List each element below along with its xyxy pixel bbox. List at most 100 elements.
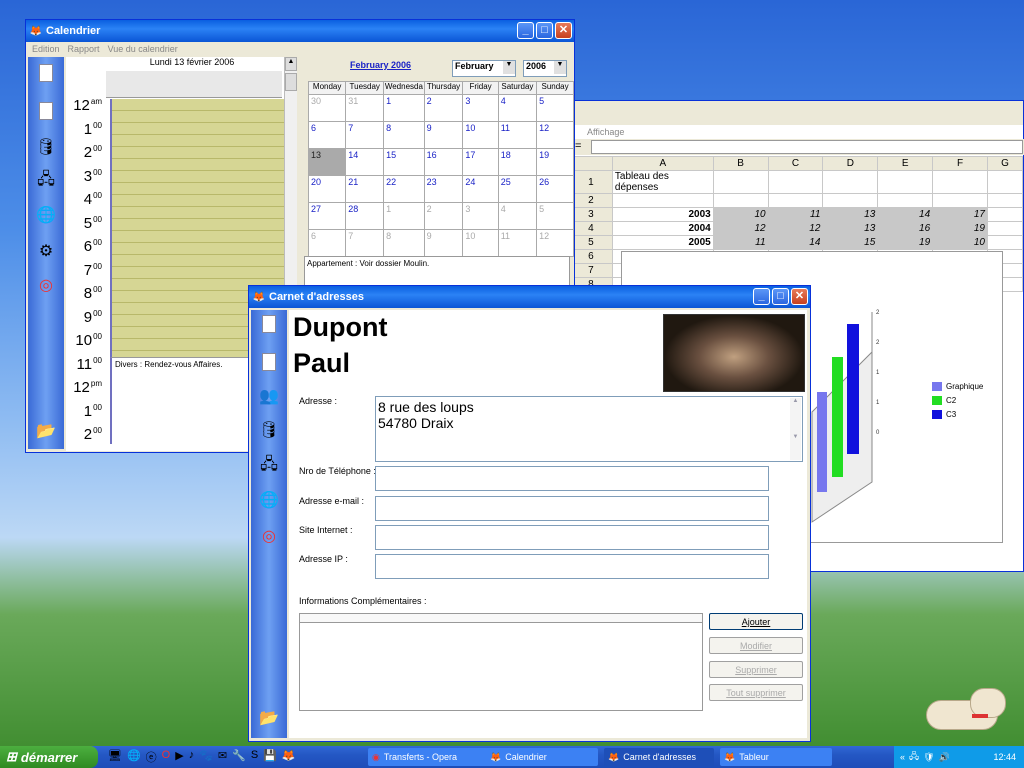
globe-icon[interactable]: 🌐 (34, 203, 58, 227)
day-cell[interactable]: 19 (536, 148, 574, 176)
day-cell[interactable]: 6 (307, 121, 347, 149)
cell[interactable]: 2005 (611, 235, 714, 250)
col-header[interactable]: D (822, 156, 879, 171)
maximize-button[interactable]: □ (536, 22, 553, 39)
disk-icon[interactable]: 💾 (263, 749, 277, 765)
cell[interactable]: 19 (877, 235, 934, 250)
day-cell[interactable]: 30 (307, 94, 347, 122)
day-cell[interactable]: 3 (462, 94, 499, 122)
day-cell[interactable]: 14 (345, 148, 385, 176)
cell[interactable] (932, 193, 988, 208)
month-select[interactable]: February ▼ (452, 60, 516, 77)
day-cell[interactable]: 21 (345, 175, 385, 203)
cell[interactable]: 16 (877, 221, 934, 236)
day-cell[interactable]: 2 (423, 94, 464, 122)
contacts-icon[interactable]: 👥 (257, 384, 281, 408)
delete-button[interactable]: Supprimer (709, 661, 803, 678)
cell[interactable] (987, 193, 1023, 208)
day-cell[interactable]: 31 (345, 94, 385, 122)
day-cell[interactable]: 15 (383, 148, 425, 176)
day-cell[interactable]: 13 (307, 148, 347, 176)
col-header[interactable]: C (767, 156, 824, 171)
day-cell[interactable]: 9 (423, 229, 464, 257)
tray-chevron-icon[interactable]: « (900, 752, 905, 762)
folder-icon[interactable]: 📂 (34, 419, 58, 443)
desktop-icon[interactable]: 🖥 (108, 749, 122, 765)
day-cell[interactable]: 7 (345, 121, 385, 149)
day-cell[interactable]: 16 (423, 148, 464, 176)
task-spreadsheet[interactable]: 🦊 Tableur (720, 748, 832, 766)
task-addressbook[interactable]: 🦊 Carnet d'adresses (604, 748, 714, 766)
globe-icon[interactable]: 🌐 (257, 488, 281, 512)
cell[interactable] (987, 221, 1023, 236)
cell[interactable] (877, 170, 934, 194)
email-field[interactable] (375, 496, 769, 521)
menu-vue-calendrier[interactable]: Vue du calendrier (108, 44, 178, 54)
col-header[interactable]: F (932, 156, 988, 171)
cell[interactable] (767, 193, 824, 208)
cell[interactable]: 11 (712, 235, 769, 250)
phone-field[interactable] (375, 466, 769, 491)
day-cell[interactable]: 20 (307, 175, 347, 203)
network-icon[interactable]: 🖧 (34, 169, 58, 193)
minimize-button[interactable]: _ (517, 22, 534, 39)
open-document-icon[interactable] (34, 99, 58, 123)
calendar-titlebar[interactable]: 🦊 Calendrier _ □ ✕ (26, 20, 574, 42)
database-icon[interactable]: 🛢 (257, 418, 281, 442)
month-link[interactable]: February 2006 (350, 60, 411, 70)
cell[interactable] (767, 170, 824, 194)
skype-icon[interactable]: S (251, 749, 258, 765)
row-header[interactable]: 6 (569, 249, 613, 264)
day-cell[interactable]: 5 (536, 94, 574, 122)
day-cell[interactable]: 23 (423, 175, 464, 203)
firefox-icon[interactable]: 🦊 (282, 749, 296, 765)
day-cell[interactable]: 27 (307, 202, 347, 230)
cell[interactable] (611, 193, 714, 208)
ie-icon[interactable]: ⓔ (146, 749, 157, 765)
mail-icon[interactable]: ✉ (218, 749, 227, 765)
menu-edition[interactable]: Edition (32, 44, 60, 54)
cell[interactable]: 15 (822, 235, 879, 250)
formula-input[interactable] (591, 140, 1023, 154)
day-cell[interactable]: 12 (536, 229, 574, 257)
year-select[interactable]: 2006 ▼ (523, 60, 567, 77)
gimp-icon[interactable]: 🐾 (199, 749, 213, 765)
cell[interactable] (987, 235, 1023, 250)
day-cell[interactable]: 10 (462, 121, 499, 149)
cell[interactable]: 17 (932, 207, 988, 222)
cell[interactable] (822, 170, 879, 194)
network-icon[interactable]: 🖧 (257, 454, 281, 478)
note-area[interactable]: Appartement : Voir dossier Moulin. (304, 256, 570, 286)
help-lifebuoy-icon[interactable]: ◎ (257, 524, 281, 548)
col-header[interactable]: E (877, 156, 934, 171)
col-header[interactable]: G (987, 156, 1023, 171)
day-cell[interactable]: 4 (497, 94, 538, 122)
cell[interactable]: 14 (877, 207, 934, 222)
day-cell[interactable]: 17 (462, 148, 499, 176)
day-cell[interactable]: 6 (307, 229, 347, 257)
tool-icon[interactable]: 🔧 (232, 749, 246, 765)
database-icon[interactable]: 🛢 (34, 135, 58, 159)
cell[interactable]: 14 (767, 235, 824, 250)
col-header[interactable]: A (611, 156, 714, 171)
day-cell[interactable]: 7 (345, 229, 385, 257)
task-calendar[interactable]: 🦊 Calendrier (486, 748, 598, 766)
day-cell[interactable]: 8 (383, 229, 425, 257)
day-cell[interactable]: 9 (423, 121, 464, 149)
day-cell[interactable]: 3 (462, 202, 499, 230)
address-scrollbar[interactable]: ▲ ▼ (790, 398, 801, 460)
row-header[interactable]: 5 (569, 235, 613, 250)
desktop-dog-mascot[interactable] (920, 684, 1012, 734)
media-icon[interactable]: ▶ (175, 749, 183, 765)
day-cell[interactable]: 26 (536, 175, 574, 203)
row-header[interactable]: 7 (569, 263, 613, 278)
network-tray-icon[interactable]: 🖧 (909, 749, 919, 765)
day-cell[interactable]: 5 (536, 202, 574, 230)
row-header[interactable]: 4 (569, 221, 613, 236)
cell[interactable]: 13 (822, 207, 879, 222)
day-cell[interactable]: 12 (536, 121, 574, 149)
row-header[interactable]: 2 (569, 193, 613, 208)
cell[interactable] (987, 207, 1023, 222)
cell[interactable]: 2003 (611, 207, 714, 222)
menu-rapport[interactable]: Rapport (68, 44, 100, 54)
